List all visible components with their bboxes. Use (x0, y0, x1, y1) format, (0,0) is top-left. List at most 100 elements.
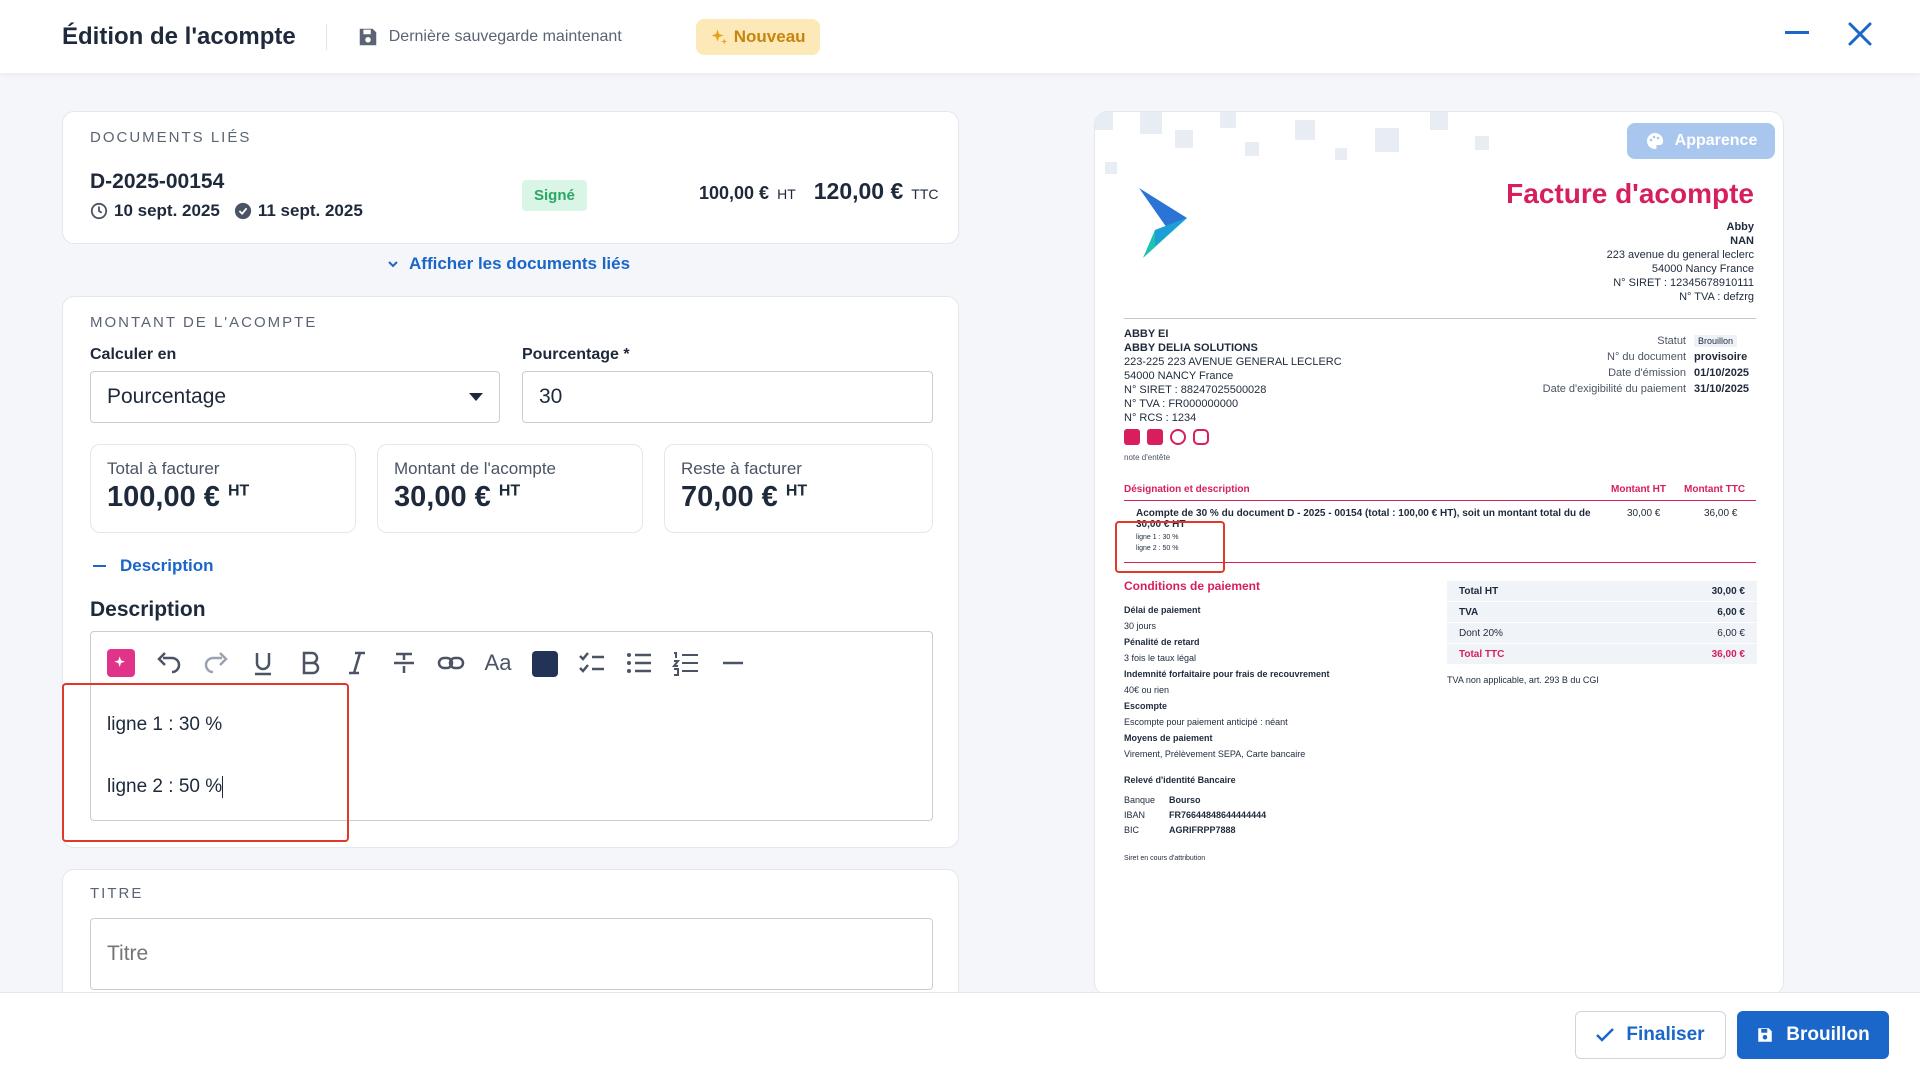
payment-value: 30 jours (1124, 621, 1157, 631)
show-linked-docs-label: Afficher les documents liés (409, 254, 631, 273)
invoice-title: Facture d'acompte (1506, 178, 1754, 209)
stat-label: Montant de l'acompte (394, 459, 557, 478)
decor-square (1295, 120, 1315, 140)
bank-row: BIC AGRIFRPP7888 (1124, 823, 1266, 838)
total-row: Total TTC 36,00 € (1447, 644, 1757, 665)
payment-terms: Délai de paiement 30 jours Pénalité de r… (1124, 602, 1330, 762)
minimize-button[interactable] (1785, 31, 1809, 34)
stat-unit: HT (785, 482, 808, 500)
stat-value: 30,00 € HT (394, 481, 626, 514)
new-badge[interactable]: Nouveau (695, 18, 820, 55)
ht-label: HT (777, 186, 796, 202)
facebook-icon (1124, 429, 1140, 445)
title-input[interactable] (90, 918, 933, 990)
linked-docs-card: DOCUMENTS LIÉS D-2025-00154 10 sept. 202… (62, 111, 959, 244)
instagram-icon (1193, 429, 1209, 445)
payment-key: Pénalité de retard (1124, 637, 1200, 647)
bold-icon[interactable] (295, 648, 325, 678)
total-row: Dont 20% 6,00 € (1447, 623, 1757, 644)
meta-row: Statut Brouillon (1511, 333, 1756, 349)
line-ttc: 36,00 € (1704, 508, 1738, 519)
description-toggle[interactable]: Description (93, 556, 214, 576)
bank-row: IBAN FR76644848644444444 (1124, 808, 1266, 823)
company-logo (1139, 188, 1187, 258)
total-key: Total HT (1459, 585, 1499, 597)
stat-remaining: Reste à facturer 70,00 € HT (664, 444, 933, 533)
page-title: Édition de l'acompte (62, 22, 296, 50)
payment-title: Conditions de paiement (1124, 579, 1261, 593)
meta-row: N° du document provisoire (1511, 349, 1756, 365)
close-icon[interactable] (1847, 21, 1873, 47)
divider (1124, 318, 1756, 319)
numbered-list-icon[interactable] (671, 648, 701, 678)
meta-row: Date d'exigibilité du paiement 31/10/2025 (1511, 381, 1756, 397)
date-created: 10 sept. 2025 (114, 201, 220, 220)
bullet-list-icon[interactable] (624, 648, 654, 678)
bank-key: IBAN (1124, 810, 1146, 820)
total-key: Total TTC (1459, 648, 1505, 660)
checklist-icon[interactable] (577, 648, 607, 678)
text-color-button[interactable] (532, 651, 558, 677)
bank-key: Banque (1124, 795, 1156, 805)
meta-key: Statut (1657, 335, 1686, 347)
draft-button[interactable]: Brouillon (1737, 1011, 1889, 1059)
amount-ht: 100,00 € (699, 183, 770, 203)
amount-ttc: 120,00 € (813, 178, 904, 204)
redo-icon[interactable] (201, 648, 231, 678)
link-icon[interactable] (436, 648, 466, 678)
sparkle-icon (114, 656, 125, 667)
calc-select[interactable]: Pourcentage (90, 371, 500, 423)
stat-unit: HT (227, 482, 250, 500)
clock-icon (90, 202, 108, 220)
appearance-button[interactable]: Apparence (1627, 123, 1775, 159)
stat-amount: 100,00 € (107, 481, 220, 513)
meta-value: provisoire (1694, 351, 1748, 363)
bank-key: BIC (1124, 825, 1140, 835)
horizontal-rule-icon[interactable] (718, 648, 748, 678)
pct-input[interactable]: 30 (522, 371, 933, 423)
description-toggle-label: Description (120, 556, 214, 575)
meta-value: 31/10/2025 (1694, 383, 1750, 395)
text-size-button[interactable]: Aa (483, 648, 513, 678)
decor-square (1220, 112, 1236, 128)
italic-icon[interactable] (342, 648, 372, 678)
siret-note: Siret en cours d'attribution (1124, 855, 1206, 862)
decor-square (1105, 162, 1117, 174)
doc-dates: 10 sept. 2025 11 sept. 2025 (90, 201, 363, 221)
appearance-label: Apparence (1674, 132, 1758, 149)
finalize-label: Finaliser (1626, 1024, 1705, 1045)
pct-input-value: 30 (539, 385, 563, 408)
decor-square (1140, 112, 1162, 134)
client-line: N° RCS : 1234 (1124, 412, 1197, 424)
section-title: TITRE (90, 885, 144, 902)
check-icon (1596, 1028, 1615, 1042)
total-value: 6,00 € (1717, 606, 1745, 618)
minus-icon (93, 565, 106, 567)
issuer-line: NAN (1730, 235, 1754, 247)
linkedin-icon (1147, 429, 1163, 445)
show-linked-docs-link[interactable]: Afficher les documents liés (387, 254, 630, 274)
chevron-down-icon (388, 261, 398, 268)
issuer-line: N° TVA : defzrg (1679, 291, 1754, 303)
decor-square (1095, 112, 1113, 130)
check-circle-icon (234, 202, 251, 220)
stat-total: Total à facturer 100,00 € HT (90, 444, 356, 533)
date-signed: 11 sept. 2025 (257, 201, 363, 220)
decor-square (1375, 128, 1399, 152)
meta-key: N° du document (1607, 351, 1686, 363)
underline-icon[interactable] (248, 648, 278, 678)
finalize-button[interactable]: Finaliser (1575, 1011, 1726, 1059)
divider (325, 23, 327, 50)
ai-sparkle-button[interactable] (107, 649, 135, 677)
issuer-line: 223 avenue du general leclerc (1606, 249, 1754, 261)
section-title: MONTANT DE L'ACOMPTE (90, 314, 318, 331)
client-line: N° TVA : FR000000000 (1124, 398, 1239, 410)
undo-icon[interactable] (154, 648, 184, 678)
payment-key: Moyens de paiement (1124, 733, 1213, 743)
top-bar: Édition de l'acompte Dernière sauvegarde… (0, 0, 1920, 73)
client-line: 54000 NANCY France (1124, 370, 1234, 382)
payment-value: Virement, Prélèvement SEPA, Carte bancai… (1124, 749, 1306, 759)
strikethrough-icon[interactable] (389, 648, 419, 678)
total-value: 6,00 € (1717, 627, 1745, 639)
decor-square (1475, 136, 1489, 150)
